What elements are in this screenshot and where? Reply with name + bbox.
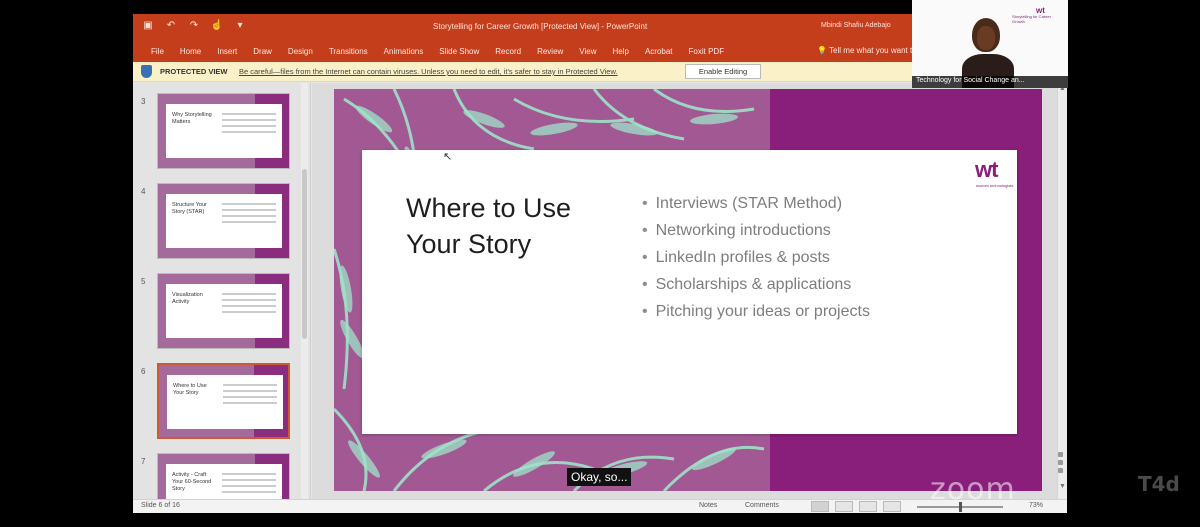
touch-mode-icon[interactable]: ☝: [210, 20, 224, 31]
thumbnail-title: Where to Use Your Story: [173, 383, 207, 396]
t4d-logo: T4d: [1138, 472, 1180, 496]
thumbnail-number: 6: [141, 367, 146, 376]
zoom-level[interactable]: 73%: [1029, 502, 1043, 509]
customize-icon[interactable]: ▾: [233, 20, 247, 31]
undo-icon[interactable]: ↶: [164, 20, 178, 31]
user-name[interactable]: Mbindi Shafiu Adebajo: [821, 22, 891, 29]
wt-logo-mark: wt: [975, 157, 998, 182]
slide-thumbnail[interactable]: Structure Your Story (STAR): [157, 183, 290, 259]
scroll-thumb[interactable]: [302, 169, 307, 339]
zoom-watermark: zoom: [930, 472, 1016, 507]
thumbnail-card: Visualization Activity: [166, 284, 282, 338]
participant-name-bar: Technology for Social Change an...: [912, 76, 1068, 88]
menu-tab-slide-show[interactable]: Slide Show: [431, 42, 487, 56]
participant-face: [977, 26, 995, 50]
enable-editing-button[interactable]: Enable Editing: [685, 64, 761, 79]
notes-button[interactable]: Notes: [699, 502, 717, 509]
thumbnail-title: Structure Your Story (STAR): [172, 202, 207, 215]
menu-tab-record[interactable]: Record: [487, 42, 529, 56]
document-title: Storytelling for Career Growth [Protecte…: [433, 22, 648, 31]
slide-bullet-list[interactable]: Interviews (STAR Method)Networking intro…: [642, 190, 870, 325]
menu-tab-view[interactable]: View: [571, 42, 604, 56]
reading-view-icon[interactable]: [859, 501, 877, 512]
shield-icon: [141, 65, 152, 78]
slide-counter: Slide 6 of 16: [141, 502, 180, 509]
slide-sorter-icon[interactable]: [835, 501, 853, 512]
thumbnail-card: Where to Use Your Story: [167, 375, 283, 429]
slide-bullet-item: LinkedIn profiles & posts: [642, 244, 870, 271]
slide-bullet-item: Networking introductions: [642, 217, 870, 244]
camera-background-text: Storytelling for Career Growth: [1012, 14, 1051, 24]
thumbnail-text-lines: [222, 113, 276, 137]
thumbnail-title: Activity - Craft Your 60-Second Story: [172, 472, 212, 492]
participant-name: Technology for Social Change an...: [916, 77, 1025, 84]
thumbnail-card: Why Storytelling Matters: [166, 104, 282, 158]
comments-button[interactable]: Comments: [745, 502, 779, 509]
status-bar: Slide 6 of 16 Notes Comments 73%: [133, 499, 1067, 513]
thumbnail-number: 3: [141, 97, 146, 106]
menu-tab-animations[interactable]: Animations: [376, 42, 432, 56]
control-dot-icon[interactable]: [1058, 468, 1063, 473]
slide-thumbnail[interactable]: Why Storytelling Matters: [157, 93, 290, 169]
menu-tab-transitions[interactable]: Transitions: [321, 42, 376, 56]
t4d-logo-text: T4d: [1138, 472, 1180, 496]
normal-view-icon[interactable]: [811, 501, 829, 512]
slide-thumbnail[interactable]: Where to Use Your Story: [157, 363, 290, 439]
wt-logo-subtext: women technologists: [976, 183, 1014, 188]
powerpoint-window: ▣ ↶ ↷ ☝ ▾ Storytelling for Career Growth…: [133, 14, 1067, 513]
menu-tab-home[interactable]: Home: [172, 42, 209, 56]
slide-bullet-item: Scholarships & applications: [642, 271, 870, 298]
control-dot-icon[interactable]: [1058, 452, 1063, 457]
current-slide[interactable]: Where to Use Your Story Interviews (STAR…: [334, 89, 1042, 491]
view-buttons: [811, 501, 901, 512]
slide-editing-area: Where to Use Your Story Interviews (STAR…: [312, 83, 1057, 499]
menu-tab-foxit-pdf[interactable]: Foxit PDF: [681, 42, 733, 56]
menu-tab-help[interactable]: Help: [605, 42, 637, 56]
quick-access-toolbar: ▣ ↶ ↷ ☝ ▾: [141, 20, 247, 31]
thumbnail-text-lines: [223, 384, 277, 408]
save-icon[interactable]: ▣: [141, 20, 155, 31]
screen: ▣ ↶ ↷ ☝ ▾ Storytelling for Career Growth…: [0, 0, 1200, 527]
menu-tab-acrobat[interactable]: Acrobat: [637, 42, 681, 56]
thumbnail-number: 5: [141, 277, 146, 286]
menu-tab-review[interactable]: Review: [529, 42, 571, 56]
menu-tab-design[interactable]: Design: [280, 42, 321, 56]
thumbnail-number: 7: [141, 457, 146, 466]
thumbnail-number: 4: [141, 187, 146, 196]
thumbnail-title: Why Storytelling Matters: [172, 112, 212, 125]
thumbnail-text-lines: [222, 203, 276, 227]
slide-bullet-item: Interviews (STAR Method): [642, 190, 870, 217]
slide-thumbnail-pane: 3 Why Storytelling Matters 4 Structure Your…: [133, 83, 311, 499]
scroll-down-icon[interactable]: ▼: [1059, 483, 1066, 490]
control-dot-icon[interactable]: [1058, 460, 1063, 465]
slide-vertical-scrollbar[interactable]: ▲ ▼: [1057, 83, 1067, 499]
thumbnail-title: Visualization Activity: [172, 292, 203, 305]
thumbnail-text-lines: [222, 293, 276, 317]
protected-view-label: PROTECTED VIEW: [160, 67, 228, 76]
participant-video[interactable]: wt Storytelling for Career Growth Techno…: [912, 0, 1068, 88]
wt-logo: wt women technologists: [975, 157, 1014, 192]
thumbnail-scrollbar[interactable]: [301, 83, 308, 499]
slide-bullet-item: Pitching your ideas or projects: [642, 298, 870, 325]
redo-icon[interactable]: ↷: [187, 20, 201, 31]
menu-tab-draw[interactable]: Draw: [245, 42, 280, 56]
slide-content-card: Where to Use Your Story Interviews (STAR…: [362, 150, 1017, 434]
caption-subtitle: Okay, so...: [567, 468, 632, 486]
thumbnail-card: Structure Your Story (STAR): [166, 194, 282, 248]
side-controls: [1058, 452, 1066, 476]
slide-thumbnail[interactable]: Visualization Activity: [157, 273, 290, 349]
slide-title[interactable]: Where to Use Your Story: [406, 190, 616, 262]
lightbulb-icon: 💡: [817, 46, 830, 55]
menu-tab-insert[interactable]: Insert: [209, 42, 245, 56]
menu-tab-file[interactable]: File: [143, 42, 172, 56]
thumbnail-card: Activity - Craft Your 60-Second Story: [166, 464, 282, 499]
slide-thumbnail[interactable]: Activity - Craft Your 60-Second Story: [157, 453, 290, 499]
slideshow-icon[interactable]: [883, 501, 901, 512]
thumbnail-text-lines: [222, 473, 276, 497]
mouse-cursor-icon: ↖: [443, 151, 453, 163]
protected-view-message[interactable]: Be careful—files from the Internet can c…: [239, 67, 618, 76]
